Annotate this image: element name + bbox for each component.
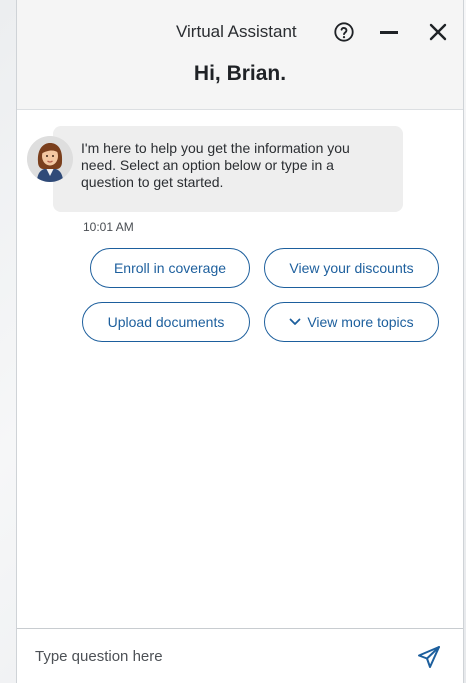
upload-documents-button[interactable]: Upload documents <box>82 302 250 342</box>
assistant-avatar <box>27 136 73 182</box>
message-area: I'm here to help you get the information… <box>17 110 463 628</box>
chat-window: Virtual Assistant Hi, Brian. I'm here to… <box>16 0 464 683</box>
view-discounts-button[interactable]: View your discounts <box>264 248 439 288</box>
greeting-title: Hi, Brian. <box>193 62 287 85</box>
message-composer <box>17 628 463 683</box>
view-more-topics-label: View more topics <box>307 314 414 330</box>
upload-documents-label: Upload documents <box>107 314 225 330</box>
message-timestamp: 10:01 AM <box>83 220 134 234</box>
view-more-topics-button[interactable]: View more topics <box>264 302 439 342</box>
chevron-down-icon <box>289 318 301 325</box>
chat-header: Virtual Assistant Hi, Brian. <box>17 0 463 110</box>
assistant-avatar-icon <box>27 136 73 182</box>
send-icon[interactable] <box>417 645 441 669</box>
minimize-icon[interactable] <box>379 22 399 42</box>
view-discounts-label: View your discounts <box>289 260 414 276</box>
close-icon[interactable] <box>427 21 449 43</box>
assistant-message-bubble: I'm here to help you get the information… <box>53 126 403 212</box>
enroll-in-coverage-label: Enroll in coverage <box>113 260 227 276</box>
help-circle-icon[interactable] <box>333 21 355 43</box>
window-title: Virtual Assistant <box>176 22 297 41</box>
question-input[interactable] <box>35 643 395 669</box>
assistant-message-text: I'm here to help you get the information… <box>81 140 350 190</box>
enroll-in-coverage-button[interactable]: Enroll in coverage <box>90 248 250 288</box>
